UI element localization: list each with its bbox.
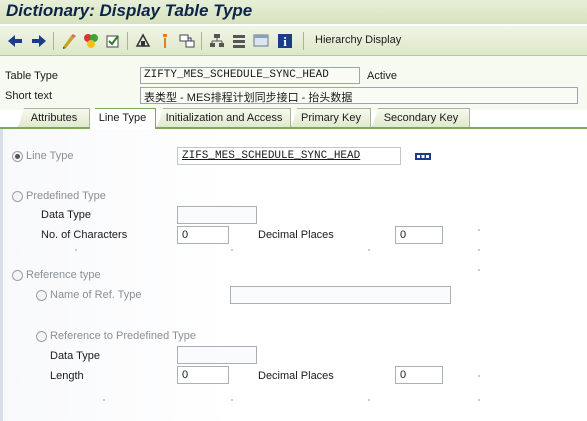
status-text: Active [367, 70, 397, 82]
toolbar-separator [303, 32, 304, 50]
line-type-radio-label: Line Type [26, 150, 74, 162]
ref-decimal-places-field[interactable]: 0 [395, 366, 443, 384]
tab-initialization-access[interactable]: Initialization and Access [157, 108, 291, 128]
title-bar: Dictionary: Display Table Type [0, 0, 587, 24]
forward-arrow-icon[interactable] [30, 32, 48, 50]
reference-type-label: Reference type [26, 269, 101, 281]
application-toolbar: i Hierarchy Display [0, 26, 587, 56]
where-used-icon[interactable] [156, 32, 174, 50]
length-label: Length [50, 370, 84, 382]
toolbar-separator [127, 32, 128, 50]
data-type-field[interactable] [177, 206, 257, 224]
toolbar-separator [53, 32, 54, 50]
grid-dot [368, 399, 370, 401]
predefined-type-radio[interactable] [12, 191, 23, 202]
short-text-label: Short text [5, 90, 53, 102]
reference-to-predefined-label: Reference to Predefined Type [50, 330, 196, 342]
grid-dot [231, 399, 233, 401]
length-field[interactable]: 0 [177, 366, 229, 384]
grid-dot [478, 229, 480, 231]
header-area: Table Type ZIFTY_MES_SCHEDULE_SYNC_HEAD … [0, 56, 587, 110]
info-icon[interactable]: i [276, 32, 294, 50]
window-title: Dictionary: Display Table Type [6, 1, 253, 20]
tab-strip: Attributes Line Type Initialization and … [0, 108, 587, 129]
line-type-field[interactable]: ZIFS_MES_SCHEDULE_SYNC_HEAD [177, 147, 401, 165]
tab-line-type[interactable]: Line Type [89, 108, 156, 129]
grid-dot [103, 399, 105, 401]
short-text-field[interactable]: 表类型 - MES排程计划同步接口 - 抬头数据 [140, 87, 578, 104]
grid-dot [478, 375, 480, 377]
ref-decimal-places-label: Decimal Places [258, 370, 334, 382]
toolbar-separator [201, 32, 202, 50]
hierarchy-icon[interactable] [208, 32, 226, 50]
no-of-characters-label: No. of Characters [41, 229, 128, 241]
predefined-type-label: Predefined Type [26, 190, 106, 202]
no-of-characters-field[interactable]: 0 [177, 226, 229, 244]
grid-dot [75, 249, 77, 251]
screen-icon[interactable] [252, 32, 270, 50]
line-type-panel: Line Type ZIFS_MES_SCHEDULE_SYNC_HEAD Pr… [0, 129, 587, 421]
ref-data-type-field[interactable] [177, 346, 257, 364]
check-icon[interactable] [104, 32, 122, 50]
activate-icon[interactable] [82, 32, 100, 50]
ref-data-type-label: Data Type [50, 350, 100, 362]
name-of-ref-type-field[interactable] [230, 286, 451, 304]
hierarchy-display-button[interactable]: Hierarchy Display [315, 34, 401, 46]
grid-dot [478, 269, 480, 271]
decimal-places-label: Decimal Places [258, 229, 334, 241]
grid-dot [478, 399, 480, 401]
navigate-icon[interactable] [178, 32, 196, 50]
decimal-places-field[interactable]: 0 [395, 226, 443, 244]
line-type-radio[interactable] [12, 151, 23, 162]
grid-dot [368, 249, 370, 251]
svg-text:i: i [283, 34, 287, 49]
name-of-ref-type-label: Name of Ref. Type [50, 289, 142, 301]
reference-type-radio[interactable] [12, 270, 23, 281]
object-list-icon[interactable] [134, 32, 152, 50]
reference-to-predefined-radio[interactable] [36, 331, 47, 342]
tab-attributes[interactable]: Attributes [18, 108, 90, 128]
more-fields-icon[interactable] [415, 151, 431, 160]
name-of-ref-type-radio[interactable] [36, 290, 47, 301]
tab-secondary-key[interactable]: Secondary Key [372, 108, 470, 128]
table-type-field[interactable]: ZIFTY_MES_SCHEDULE_SYNC_HEAD [140, 67, 360, 84]
grid-dot [231, 249, 233, 251]
table-type-label: Table Type [5, 70, 59, 82]
tree-icon[interactable] [230, 32, 248, 50]
back-arrow-icon[interactable] [6, 32, 24, 50]
data-type-label: Data Type [41, 209, 91, 221]
grid-dot [478, 249, 480, 251]
tab-primary-key[interactable]: Primary Key [291, 108, 371, 128]
display-change-icon[interactable] [60, 32, 78, 50]
